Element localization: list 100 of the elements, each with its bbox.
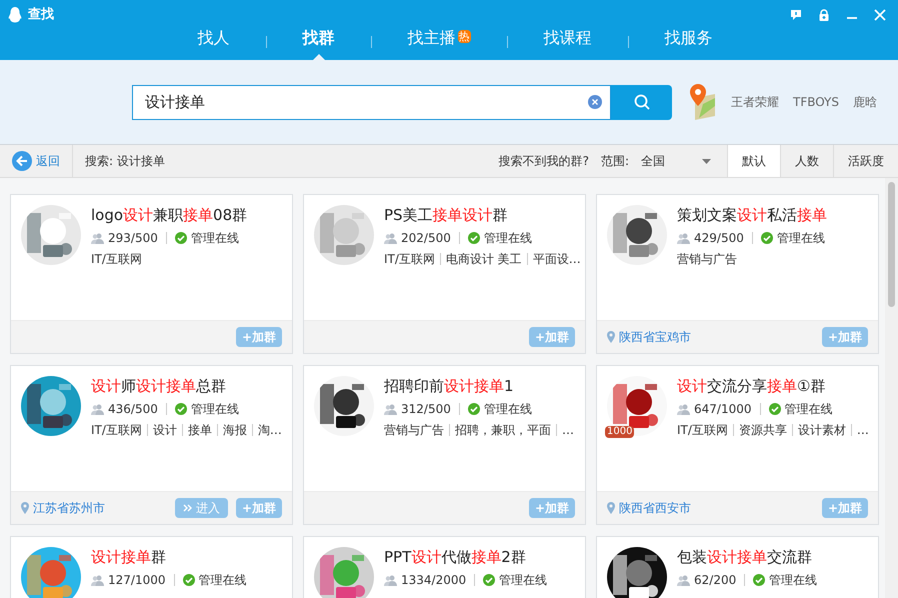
location-pin-icon <box>21 502 29 514</box>
location-link[interactable]: 陕西省宝鸡市 <box>619 328 691 346</box>
penguin-icon <box>8 7 22 23</box>
group-tag: IT/互联网 <box>91 251 142 267</box>
group-tag: 设计 <box>152 422 177 438</box>
members-icon <box>677 232 690 244</box>
search-field[interactable]: 设计接单 <box>132 84 611 120</box>
members-icon <box>384 232 397 244</box>
member-count: 647/1000 <box>694 401 752 417</box>
window-title: 查找 <box>28 6 54 24</box>
group-card[interactable]: PPT设计代做接单2群 1334/2000 管理在线 <box>303 536 586 598</box>
check-icon <box>768 403 780 415</box>
admin-status: 管理在线 <box>190 401 239 417</box>
lock-icon[interactable] <box>818 9 830 21</box>
check-icon <box>174 403 187 415</box>
group-tag: IT/互联网 <box>91 422 142 438</box>
location-pin-icon <box>607 502 615 514</box>
admin-status: 管理在线 <box>484 230 532 246</box>
search-query-label: 搜索: 设计接单 <box>85 153 165 170</box>
member-count: 62/200 <box>694 572 736 588</box>
group-title[interactable]: PS美工接单设计群 <box>384 205 575 225</box>
scope-dropdown[interactable]: 全国 <box>641 152 711 170</box>
members-icon <box>384 574 397 586</box>
group-title[interactable]: 包装设计接单交流群 <box>677 547 818 567</box>
search-button[interactable] <box>611 84 672 120</box>
member-count: 429/500 <box>694 230 744 246</box>
admin-status: 管理在线 <box>499 572 548 588</box>
members-icon <box>91 574 104 586</box>
group-tag: 设计素材 <box>798 422 846 438</box>
check-icon <box>174 232 187 244</box>
members-icon <box>91 404 104 414</box>
admin-status: 管理在线 <box>484 401 532 417</box>
member-count: 1334/2000 <box>401 572 466 588</box>
group-title[interactable]: 策划文案设计私活接单 <box>677 205 827 225</box>
members-icon <box>677 404 690 414</box>
member-count: 436/500 <box>108 401 158 417</box>
group-tag: 资源共享 <box>738 422 787 438</box>
group-card[interactable]: 包装设计接单交流群 62/200 管理在线 <box>596 536 879 598</box>
check-icon <box>753 574 766 586</box>
group-title[interactable]: 设计交流分享接单①群 <box>677 376 868 396</box>
members-icon <box>91 232 104 244</box>
members-icon <box>384 404 397 414</box>
location-link[interactable]: 江苏省苏州市 <box>33 499 105 517</box>
hot-search-link[interactable]: 王者荣耀 <box>731 93 779 111</box>
group-tag: … <box>562 422 574 438</box>
double-chevron-icon <box>182 504 192 512</box>
group-title[interactable]: 设计接单群 <box>91 547 246 567</box>
location-pin-icon <box>607 331 615 343</box>
check-icon <box>182 574 194 586</box>
scope-label: 范围: <box>600 153 629 170</box>
group-tag: IT/互联网 <box>677 422 728 438</box>
group-card[interactable]: 设计师设计接单总群 436/500 管理在线 IT/互联网 设计 接单 海报 淘… 江苏省苏州市 进入 +加群 <box>10 365 293 525</box>
hot-badge: 热 <box>458 30 470 43</box>
admin-status: 管理在线 <box>769 572 818 588</box>
check-icon <box>760 232 773 244</box>
group-tag: 淘… <box>258 422 282 438</box>
group-card[interactable]: 招聘印前设计接单1 312/500 管理在线 营销与广告 招聘，兼职，平面 … +加群 <box>303 365 586 525</box>
member-limit-badge: 1000 <box>605 426 634 438</box>
group-title[interactable]: 设计师设计接单总群 <box>91 376 282 396</box>
caret-icon <box>702 158 711 164</box>
help-link[interactable]: 搜索不到我的群? <box>498 152 589 170</box>
group-tag: 海报 <box>222 422 247 438</box>
admin-status: 管理在线 <box>776 230 825 246</box>
back-button[interactable]: 返回 <box>0 145 73 177</box>
group-card[interactable]: 策划文案设计私活接单 429/500 管理在线 营销与广告 陕西省宝鸡市 +加群 <box>596 194 879 354</box>
group-card[interactable]: 1000 设计交流分享接单①群 647/1000 管理在线 IT/互联网 资源共享 设计素材 … 陕西省西安市 +加群 <box>596 365 879 525</box>
group-card[interactable]: logo设计兼职接单08群 293/500 管理在线 IT/互联网 +加群 <box>10 194 293 354</box>
group-card[interactable]: 设计接单群 127/1000 管理在线 <box>10 536 293 598</box>
clear-icon[interactable] <box>588 95 602 109</box>
feedback-icon[interactable] <box>790 9 802 21</box>
group-title[interactable]: 招聘印前设计接单1 <box>384 376 574 396</box>
group-tag: 接单 <box>188 422 212 438</box>
hot-search-link[interactable]: 鹿晗 <box>853 93 877 111</box>
hot-search-link[interactable]: TFBOYS <box>793 93 839 111</box>
check-icon <box>468 403 480 415</box>
group-tag: IT/互联网 <box>384 251 435 267</box>
member-count: 202/500 <box>401 230 451 246</box>
location-link[interactable]: 陕西省西安市 <box>619 499 691 517</box>
admin-status: 管理在线 <box>784 401 832 417</box>
check-icon <box>483 574 496 586</box>
group-title[interactable]: PPT设计代做接单2群 <box>384 547 548 567</box>
group-title[interactable]: logo设计兼职接单08群 <box>91 205 248 225</box>
member-count: 293/500 <box>108 230 158 246</box>
group-tag: … <box>856 422 869 438</box>
admin-status: 管理在线 <box>190 230 239 246</box>
member-count: 127/1000 <box>108 572 166 588</box>
group-tag: 电商设计 美工 <box>446 251 522 267</box>
search-input[interactable]: 设计接单 <box>145 90 588 114</box>
check-icon <box>468 232 480 244</box>
group-tag: 平面设… <box>532 251 581 267</box>
sort-tab[interactable]: 默认 <box>727 145 780 177</box>
group-tag: 营销与广告 <box>677 251 737 267</box>
group-card[interactable]: PS美工接单设计群 202/500 管理在线 IT/互联网 电商设计 美工 平面设… +加群 <box>303 194 586 354</box>
member-count: 312/500 <box>401 401 451 417</box>
close-icon[interactable] <box>874 9 886 21</box>
admin-status: 管理在线 <box>198 572 246 588</box>
group-tag: 营销与广告 <box>384 422 444 438</box>
scrollbar[interactable] <box>885 178 898 598</box>
search-icon <box>634 94 650 110</box>
group-tag: 招聘，兼职，平面 <box>455 422 551 438</box>
